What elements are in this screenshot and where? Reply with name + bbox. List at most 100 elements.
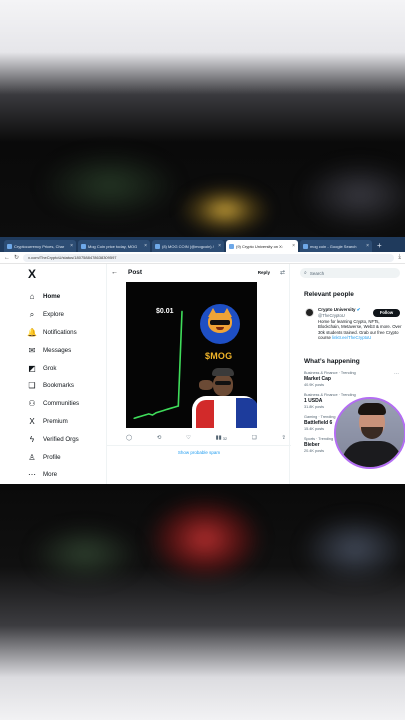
sidebar-item-communities[interactable]: ⚇ Communities bbox=[24, 395, 108, 413]
bio-link[interactable]: linktr.ee/TheCryptoU bbox=[332, 335, 371, 340]
price-label: $0.01 bbox=[156, 308, 174, 315]
search-icon: ⌕ bbox=[304, 270, 307, 276]
sidebar-item-label: More bbox=[43, 471, 58, 479]
favicon-icon bbox=[155, 243, 160, 249]
more-icon[interactable]: ⋯ bbox=[394, 371, 399, 377]
sidebar-item-grok[interactable]: ◩ Grok bbox=[24, 359, 108, 377]
trend-name: Market Cap bbox=[304, 376, 331, 382]
people-icon: ⚇ bbox=[28, 399, 36, 409]
person-icon: ♙ bbox=[28, 452, 36, 462]
relevant-person-card[interactable]: Crypto University ✔ @TheCryptoU Follow H… bbox=[300, 302, 405, 358]
sidebar-item-verified-orgs[interactable]: ϟ Verified Orgs bbox=[24, 430, 108, 448]
url-field[interactable]: x.com/TheCryptoU/status/1807588478638309… bbox=[23, 253, 395, 262]
sidebar-item-label: Premium bbox=[43, 417, 68, 425]
blurred-background-bottom bbox=[0, 484, 405, 720]
search-icon: ⌕ bbox=[29, 309, 35, 319]
sidebar-item-profile[interactable]: ♙ Profile bbox=[24, 448, 108, 466]
sidebar-item-messages[interactable]: ✉ Messages bbox=[24, 341, 108, 359]
tab-bar: Cryptocurrency Prices, Char × Mog Coin pri… bbox=[0, 237, 405, 252]
sort-icon[interactable]: ⇄ bbox=[280, 269, 285, 276]
price-point bbox=[166, 408, 168, 410]
favicon-icon bbox=[81, 243, 86, 249]
close-icon[interactable]: × bbox=[144, 243, 147, 249]
sidebar-item-bookmarks[interactable]: ❑ Bookmarks bbox=[24, 377, 108, 395]
price-point bbox=[181, 310, 183, 312]
sidebar-item-label: Verified Orgs bbox=[43, 435, 79, 443]
lightning-icon: ϟ bbox=[29, 434, 35, 444]
post-header: ← Post Reply ⇄ bbox=[107, 264, 289, 280]
post-actions: ◯ ⟲ ♡ ▮▮ 32 ❑ ⇪ bbox=[126, 434, 286, 442]
browser-tab[interactable]: Mog Coin price today, MOG × bbox=[78, 240, 150, 252]
post-media[interactable]: $0.01 $MOG bbox=[126, 282, 257, 428]
trend-item[interactable]: Business & Finance · Trending Market Cap 4… bbox=[304, 371, 405, 387]
bell-icon: 🔔 bbox=[27, 327, 37, 337]
blurred-background-top bbox=[0, 0, 405, 237]
price-point bbox=[159, 411, 161, 413]
price-point bbox=[162, 409, 165, 412]
price-point bbox=[144, 414, 146, 416]
favicon-icon bbox=[229, 243, 234, 249]
home-icon: ⌂ bbox=[29, 292, 35, 302]
x-logo-icon[interactable]: X bbox=[28, 267, 108, 281]
sidebar-item-premium[interactable]: X Premium bbox=[24, 413, 108, 431]
browser-tab[interactable]: (9) Crypto University on X: × bbox=[226, 240, 298, 252]
price-line bbox=[133, 311, 183, 420]
new-tab-icon[interactable]: + bbox=[377, 240, 382, 252]
repost-icon[interactable]: ⟲ bbox=[157, 435, 162, 441]
search-input[interactable]: ⌕ Search bbox=[300, 268, 400, 278]
browser-tab[interactable]: Cryptocurrency Prices, Char × bbox=[4, 240, 76, 252]
relevant-people-title: Relevant people bbox=[304, 291, 354, 298]
trend-context: Business & Finance · Trending bbox=[304, 393, 356, 397]
tab-title: mog coin - Google Search bbox=[310, 243, 357, 249]
bookmark-icon: ❑ bbox=[28, 381, 36, 391]
show-spam-link[interactable]: Show probable spam bbox=[107, 450, 291, 455]
sidebar-item-label: Messages bbox=[43, 346, 72, 354]
sidebar-item-explore[interactable]: ⌕ Explore bbox=[24, 306, 108, 324]
sidebar-item-label: Communities bbox=[43, 400, 80, 408]
x-logo-icon: X bbox=[29, 416, 35, 426]
tab-title: Mog Coin price today, MOG bbox=[88, 243, 138, 249]
back-arrow-icon[interactable]: ← bbox=[4, 255, 10, 261]
close-icon[interactable]: × bbox=[366, 243, 369, 249]
sidebar-item-label: Notifications bbox=[43, 328, 77, 336]
browser-tab[interactable]: mog coin - Google Search × bbox=[300, 240, 372, 252]
views-count: 32 bbox=[222, 435, 228, 441]
sidebar-item-label: Explore bbox=[43, 311, 64, 319]
price-point bbox=[174, 406, 176, 408]
sidebar-item-home[interactable]: ⌂ Home bbox=[24, 288, 108, 306]
mail-icon: ✉ bbox=[28, 345, 36, 355]
price-point bbox=[155, 412, 157, 414]
person-handle[interactable]: @TheCryptoU bbox=[318, 313, 345, 318]
trend-count: 40.9K posts bbox=[304, 383, 325, 387]
divider bbox=[107, 445, 291, 446]
follow-button[interactable]: Follow bbox=[373, 309, 400, 317]
reload-icon[interactable]: ↻ bbox=[14, 254, 19, 261]
close-icon[interactable]: × bbox=[292, 243, 295, 249]
sidebar-item-more[interactable]: ⋯ More bbox=[24, 466, 108, 484]
webcam-overlay bbox=[334, 397, 405, 469]
avatar[interactable] bbox=[305, 308, 314, 317]
share-icon[interactable]: ⇪ bbox=[281, 435, 286, 441]
more-circle-icon: ⋯ bbox=[28, 470, 36, 480]
close-icon[interactable]: × bbox=[70, 243, 73, 249]
reply-button[interactable]: Reply bbox=[258, 270, 270, 275]
grok-icon: ◩ bbox=[28, 363, 36, 373]
views-stat[interactable]: ▮▮ 32 bbox=[216, 435, 228, 441]
person-bio: Home for learning Crypto, NFTs, Blockcha… bbox=[318, 319, 402, 341]
close-icon[interactable]: × bbox=[218, 243, 221, 249]
page-title: Post bbox=[128, 268, 143, 276]
verified-badge-icon: ✔ bbox=[356, 307, 361, 312]
like-icon[interactable]: ♡ bbox=[186, 435, 191, 441]
token-label: $MOG bbox=[205, 351, 233, 361]
tab-title: Cryptocurrency Prices, Char bbox=[14, 243, 65, 249]
reply-icon[interactable]: ◯ bbox=[126, 435, 132, 441]
price-point bbox=[170, 407, 172, 409]
back-arrow-icon[interactable]: ← bbox=[111, 269, 118, 276]
download-icon[interactable]: ⤓ bbox=[398, 254, 401, 261]
whats-happening-title: What’s happening bbox=[304, 358, 360, 365]
person-image bbox=[192, 368, 257, 428]
browser-tab[interactable]: (8) MOG COIN (@mogcoin) / × bbox=[152, 240, 224, 252]
price-point bbox=[148, 413, 150, 415]
sidebar-item-notifications[interactable]: 🔔 Notifications bbox=[24, 324, 108, 342]
bookmark-icon[interactable]: ❑ bbox=[252, 435, 257, 441]
